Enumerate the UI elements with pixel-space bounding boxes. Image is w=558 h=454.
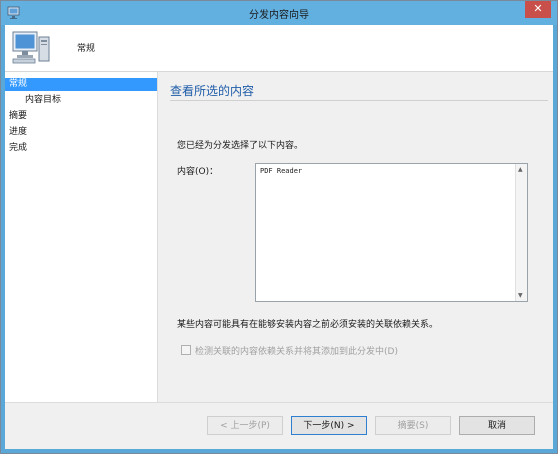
wizard-header: 常规 [5,25,553,72]
cancel-button[interactable]: 取消 [459,416,535,435]
dependency-note: 某些内容可能具有在能够安装内容之前必须安装的关联依赖关系。 [177,320,439,330]
page-title: 查看所选的内容 [170,84,255,98]
header-title: 常规 [77,44,96,54]
detect-dependencies-checkbox[interactable] [181,345,191,355]
close-icon: ✕ [533,2,543,15]
close-button[interactable]: ✕ [525,1,551,18]
computer-icon [12,31,50,64]
previous-button[interactable]: < 上一步(P) [207,416,283,435]
scroll-down-icon[interactable]: ▼ [518,292,523,299]
nav-item-progress[interactable]: 进度 [5,126,157,139]
wizard-footer: < 上一步(P) 下一步(N) > 摘要(S) 取消 [5,402,553,449]
vertical-scrollbar[interactable]: ▲ ▼ [515,164,527,301]
scroll-up-icon[interactable]: ▲ [518,166,523,173]
wizard-nav: 常规 内容目标 摘要 进度 完成 [5,72,158,402]
title-bar[interactable]: 分发内容向导 ✕ [1,1,557,25]
content-pane: 查看所选的内容 您已经为分发选择了以下内容。 内容(O)： PDF Reader… [158,72,553,402]
summary-button[interactable]: 摘要(S) [375,416,451,435]
intro-text: 您已经为分发选择了以下内容。 [177,141,304,151]
nav-item-completion[interactable]: 完成 [5,142,157,155]
nav-item-content-destination[interactable]: 内容目标 [5,94,157,107]
window-title: 分发内容向导 [249,10,309,21]
content-list-label: 内容(O)： [177,167,219,177]
list-item[interactable]: PDF Reader [260,167,302,175]
next-button[interactable]: 下一步(N) > [291,416,367,435]
content-listbox[interactable]: PDF Reader ▲ ▼ [255,163,528,302]
heading-divider [170,100,548,101]
detect-dependencies-label: 检测关联的内容依赖关系并将其添加到此分发中(D) [195,347,398,357]
wizard-body: 常规 内容目标 摘要 进度 完成 查看所选的内容 您已经为分发选择了以下内容。 … [5,72,553,402]
nav-item-general[interactable]: 常规 [5,78,157,91]
nav-item-summary[interactable]: 摘要 [5,110,157,123]
wizard-window: 分发内容向导 ✕ 常规 常规 内容目标 摘要 进度 完成 查看所选的内容 您已经… [0,0,558,454]
